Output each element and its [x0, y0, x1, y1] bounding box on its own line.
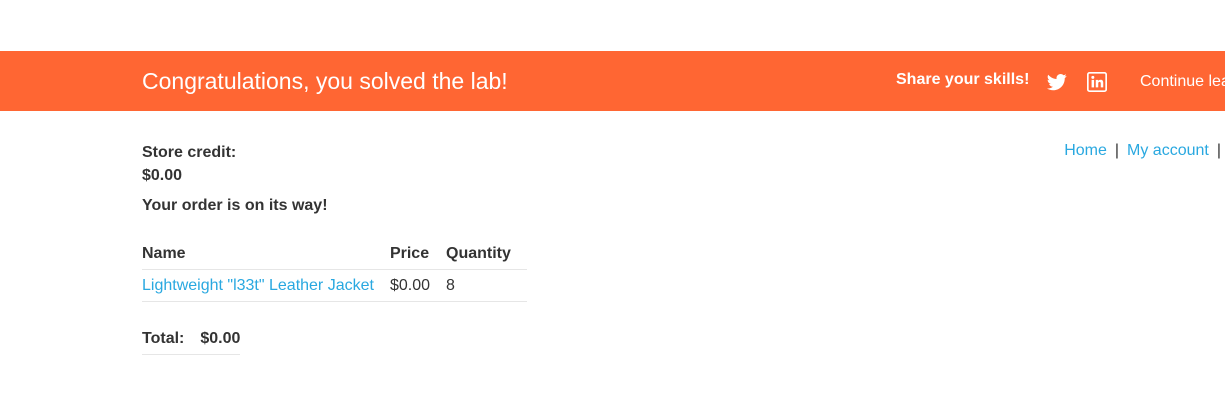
column-header-name: Name — [142, 238, 390, 270]
continue-learning-link[interactable]: Continue learning — [1140, 72, 1225, 92]
order-confirmation-message: Your order is on its way! — [142, 197, 328, 214]
store-credit-label: Store credit: — [142, 144, 237, 161]
product-name-cell: Lightweight "l33t" Leather Jacket — [142, 269, 390, 302]
banner-title: Congratulations, you solved the lab! — [142, 68, 508, 94]
top-nav: Home | My account | — [1064, 141, 1225, 161]
share-skills-label: Share your skills! — [896, 71, 1030, 88]
nav-separator: | — [1216, 142, 1221, 159]
store-credit-value: $0.00 — [142, 167, 183, 184]
total-table: Total: $0.00 — [142, 323, 241, 355]
lab-solved-banner: Congratulations, you solved the lab! Sha… — [0, 51, 1225, 111]
total-row: Total: $0.00 — [142, 323, 241, 355]
column-header-quantity: Quantity — [446, 238, 527, 270]
total-label: Total: — [142, 323, 201, 355]
home-link[interactable]: Home — [1064, 142, 1107, 159]
product-quantity-cell: 8 — [446, 269, 527, 302]
total-value: $0.00 — [200, 323, 241, 355]
table-header-row: Name Price Quantity — [142, 238, 527, 270]
store-credit: Store credit: $0.00 — [142, 141, 236, 187]
my-account-link[interactable]: My account — [1127, 142, 1209, 159]
table-row: Lightweight "l33t" Leather Jacket $0.00 … — [142, 269, 527, 302]
order-table: Name Price Quantity Lightweight "l33t" L… — [142, 238, 527, 302]
linkedin-icon[interactable] — [1087, 72, 1107, 92]
column-header-price: Price — [389, 238, 446, 270]
product-link[interactable]: Lightweight "l33t" Leather Jacket — [142, 277, 374, 294]
twitter-icon[interactable] — [1046, 72, 1067, 92]
product-price-cell: $0.00 — [389, 269, 446, 302]
nav-separator: | — [1114, 142, 1120, 159]
